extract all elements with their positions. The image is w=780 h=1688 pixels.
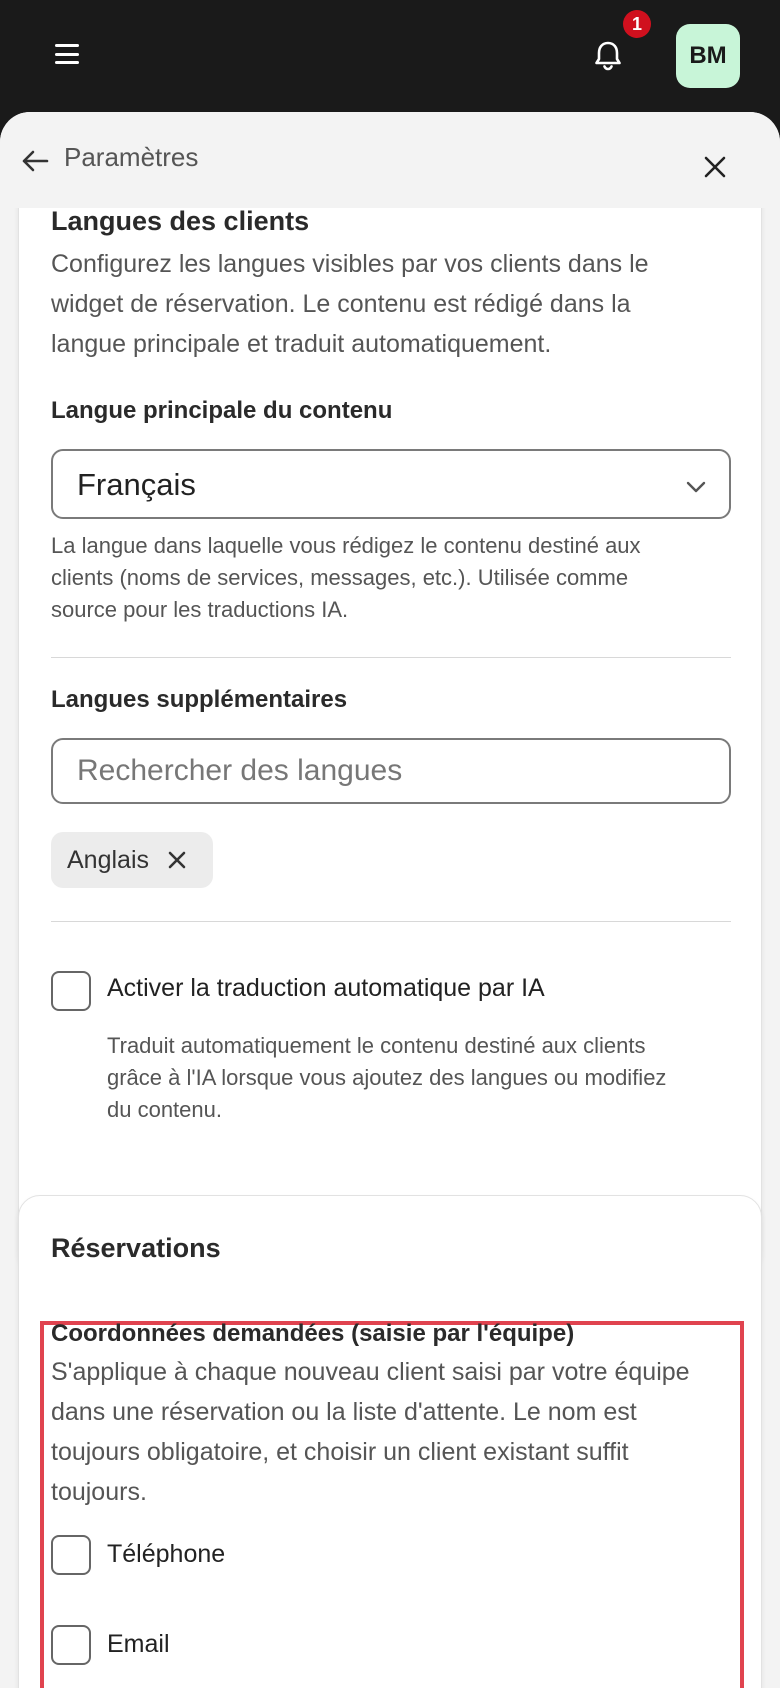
top-bar: 1 BM (0, 0, 780, 112)
additional-languages-label: Langues supplémentaires (51, 686, 348, 713)
reservations-title: Réservations (51, 1233, 221, 1263)
sheet-header: Paramètres (0, 112, 780, 208)
chevron-down-icon (686, 481, 706, 493)
menu-icon[interactable] (55, 44, 79, 64)
reservations-card: Réservations Coordonnées demandées (sais… (18, 1195, 762, 1688)
languages-title: Langues des clients (51, 206, 310, 236)
contact-details-description: S'applique à chaque nouveau client saisi… (51, 1358, 690, 1506)
notification-badge: 1 (623, 10, 651, 38)
primary-language-value: Français (77, 467, 196, 502)
primary-language-label: Langue principale du contenu (51, 397, 393, 424)
phone-checkbox[interactable] (51, 1535, 91, 1575)
page-title: Paramètres (64, 142, 199, 172)
remove-chip-icon[interactable] (167, 850, 187, 870)
arrow-left-icon[interactable] (20, 146, 50, 176)
close-icon[interactable] (702, 154, 728, 180)
email-checkbox[interactable] (51, 1625, 91, 1665)
language-chip: Anglais (51, 832, 213, 888)
primary-language-help: La langue dans laquelle vous rédigez le … (51, 533, 641, 622)
languages-description: Configurez les langues visibles par vos … (51, 250, 649, 358)
chip-label: Anglais (67, 846, 149, 874)
contact-details-title: Coordonnées demandées (saisie par l'équi… (51, 1320, 575, 1347)
avatar[interactable]: BM (676, 24, 740, 88)
primary-language-select[interactable]: Français (51, 449, 731, 519)
languages-card: Langues des clients Configurez les langu… (18, 192, 762, 1273)
email-label[interactable]: Email (107, 1630, 170, 1659)
settings-sheet: Langues des clients Configurez les langu… (0, 112, 780, 1688)
divider (51, 921, 731, 922)
phone-label[interactable]: Téléphone (107, 1540, 225, 1569)
bell-icon[interactable] (590, 38, 626, 74)
divider (51, 657, 731, 658)
auto-translate-help: Traduit automatiquement le contenu desti… (107, 1033, 667, 1122)
auto-translate-checkbox[interactable] (51, 971, 91, 1011)
language-search-input[interactable] (51, 738, 731, 804)
auto-translate-label[interactable]: Activer la traduction automatique par IA (107, 974, 545, 1003)
